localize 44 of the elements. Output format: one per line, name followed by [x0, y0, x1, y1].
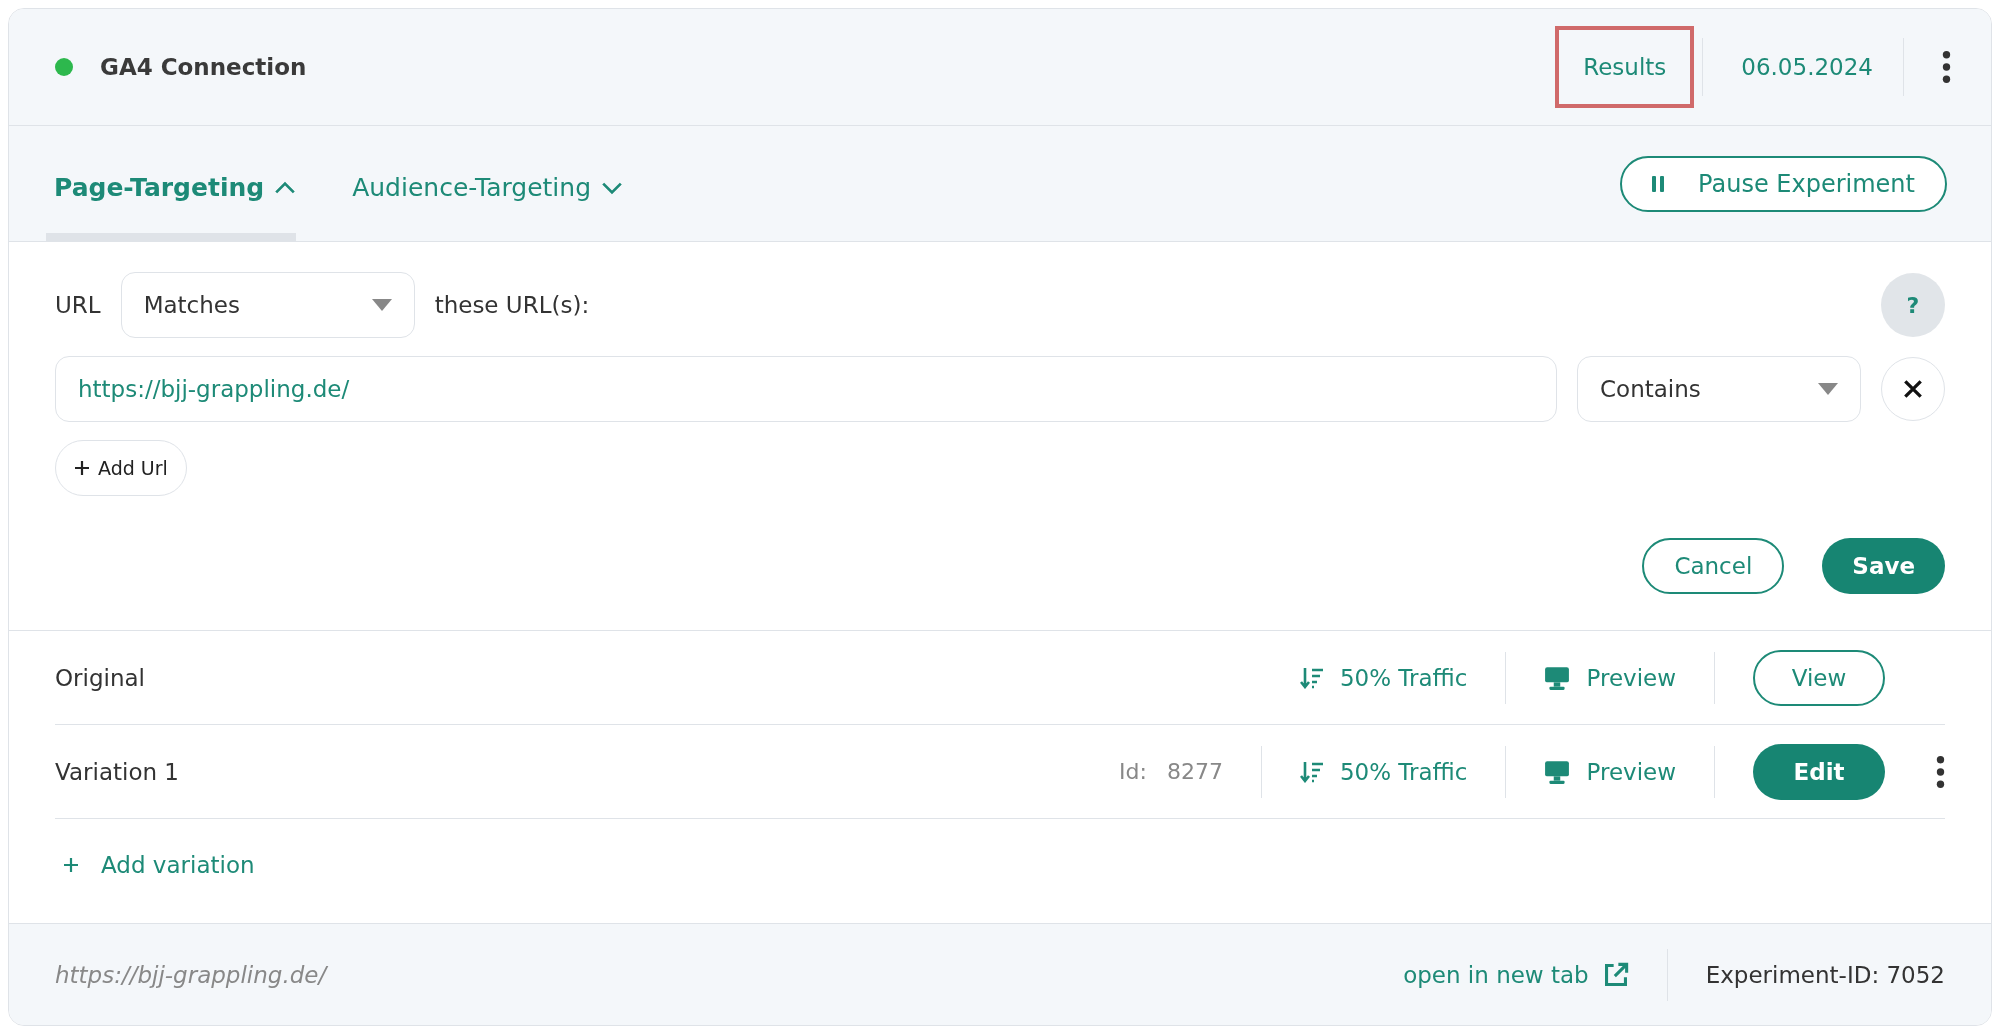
add-url-button[interactable]: Add Url [55, 440, 187, 496]
external-link-icon [1602, 961, 1629, 988]
monitor-icon [1544, 759, 1571, 784]
sort-descending-icon [1299, 666, 1324, 689]
preview-link[interactable]: Preview [1544, 664, 1676, 691]
chevron-down-icon [601, 180, 623, 195]
page-url: https://bjj-grappling.de/ [55, 961, 327, 988]
plus-icon [74, 460, 90, 476]
monitor-icon [1544, 665, 1571, 690]
variation-action-button[interactable]: Edit [1753, 743, 1885, 800]
close-icon [1902, 378, 1924, 400]
match-dropdown[interactable]: Matches [120, 272, 415, 338]
save-button[interactable]: Save [1822, 538, 1945, 594]
dropdown-triangle-icon [371, 299, 392, 311]
id-label: Id: [1119, 759, 1147, 784]
traffic-link[interactable]: 50% Traffic [1299, 758, 1468, 785]
url-label: URL [55, 292, 101, 318]
more-options-icon[interactable] [1936, 755, 1945, 788]
targeting-tab[interactable]: Audience-Targeting [344, 126, 623, 241]
cancel-button[interactable]: Cancel [1642, 538, 1785, 594]
variation-name: Variation 1 [55, 758, 179, 785]
results-link[interactable]: Results [1555, 26, 1695, 108]
pause-icon [1652, 175, 1665, 192]
add-variation-link[interactable]: Add variation [55, 819, 263, 911]
url-input[interactable]: https://bjj-grappling.de/ [55, 356, 1557, 422]
id-value: 8277 [1166, 759, 1223, 784]
preview-link[interactable]: Preview [1544, 758, 1676, 785]
urls-label: these URL(s): [434, 292, 590, 318]
variation-action-button[interactable]: View [1753, 649, 1885, 706]
experiment-id: Experiment-ID: 7052 [1705, 961, 1945, 988]
chevron-up-icon [274, 180, 297, 195]
sort-descending-icon [1299, 760, 1324, 783]
open-in-new-tab-link[interactable]: open in new tab [1403, 961, 1629, 988]
variation-name: Original [55, 664, 145, 691]
more-options-icon[interactable] [1942, 51, 1951, 83]
help-button[interactable]: ? [1881, 273, 1945, 337]
targeting-tab[interactable]: Page-Targeting [46, 126, 297, 241]
mode-dropdown[interactable]: Contains [1577, 356, 1861, 422]
connection-title: GA4 Connection [100, 54, 307, 80]
dropdown-triangle-icon [1818, 383, 1838, 395]
date-text: 06.05.2024 [1741, 54, 1873, 80]
pause-experiment-button[interactable]: Pause Experiment [1620, 155, 1947, 212]
plus-icon [63, 857, 79, 873]
traffic-link[interactable]: 50% Traffic [1299, 664, 1468, 691]
